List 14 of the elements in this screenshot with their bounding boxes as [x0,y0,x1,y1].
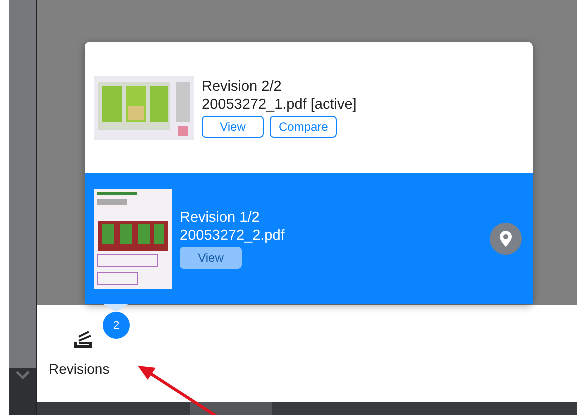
revision-title: Revision 2/2 [202,78,283,96]
file-name: 20053272_1.pdf [active] [202,96,358,114]
stacked-layers-icon [73,331,94,349]
view-button[interactable]: View [180,246,242,268]
compare-button[interactable]: Compare [270,116,338,138]
revision-item[interactable]: Revision 2/2 20053272_1.pdf [active] View Compare [85,42,533,173]
location-pin-icon [500,230,512,246]
chevron-down-icon[interactable] [14,370,30,380]
file-name: 20053272_2.pdf [180,226,286,244]
location-pin-button[interactable] [490,222,522,254]
revision-title: Revision 1/2 [180,208,261,226]
revision-item[interactable]: Revision 1/2 20053272_2.pdf View [85,173,533,304]
popup-pointer [103,304,129,312]
view-button[interactable]: View [202,116,264,138]
